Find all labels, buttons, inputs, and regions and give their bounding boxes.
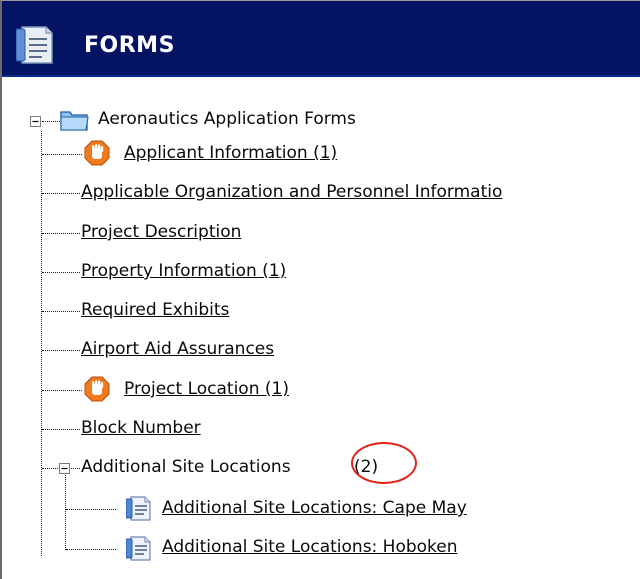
- tree-item-label[interactable]: Property Information (1): [81, 261, 286, 281]
- tree-group-label[interactable]: Additional Site Locations: [81, 457, 291, 477]
- page-title: FORMS: [84, 33, 175, 58]
- tree-root-label: Aeronautics Application Forms: [98, 109, 356, 129]
- document-icon: [126, 536, 151, 561]
- tree-connector: [42, 350, 80, 351]
- tree-item-label[interactable]: Required Exhibits: [81, 300, 229, 320]
- tree-guide-line: [65, 472, 66, 550]
- tree-connector: [42, 468, 58, 469]
- tree-item-label[interactable]: Additional Site Locations: Cape May: [162, 498, 467, 518]
- tree-item-label[interactable]: Project Location (1): [124, 379, 289, 399]
- tree-item-label[interactable]: Project Description: [81, 222, 241, 242]
- tree-item-label[interactable]: Additional Site Locations: Hoboken: [162, 537, 458, 557]
- tree-item-label[interactable]: Airport Aid Assurances: [81, 339, 274, 359]
- stop-hand-icon: [84, 376, 110, 402]
- tree-item-label[interactable]: Block Number: [81, 418, 201, 438]
- forms-document-icon: [16, 26, 53, 64]
- tree-item-label[interactable]: Applicable Organization and Personnel In…: [81, 182, 502, 202]
- tree-connector: [42, 233, 80, 234]
- tree-item-label[interactable]: Applicant Information (1): [124, 143, 337, 163]
- stop-hand-icon: [84, 140, 110, 166]
- tree-connector: [42, 193, 80, 194]
- folder-icon: [60, 111, 89, 131]
- collapse-minus-icon[interactable]: [59, 463, 70, 474]
- tree-connector: [66, 509, 116, 510]
- tree-connector: [42, 272, 80, 273]
- tree-guide-line: [41, 131, 42, 556]
- forms-panel: FORMS Aeronautics Application Forms Appl…: [0, 0, 640, 579]
- tree-connector: [66, 549, 116, 550]
- tree-connector: [71, 468, 80, 469]
- tree-connector: [42, 121, 60, 122]
- tree-connector: [42, 311, 80, 312]
- forms-header: FORMS: [2, 1, 640, 77]
- forms-tree: Aeronautics Application Forms Applicant …: [2, 77, 640, 579]
- document-icon: [126, 496, 151, 521]
- tree-connector: [42, 390, 82, 391]
- tree-connector: [42, 154, 82, 155]
- tree-connector: [42, 429, 80, 430]
- annotation-circle: [351, 442, 417, 484]
- collapse-minus-icon[interactable]: [30, 116, 41, 127]
